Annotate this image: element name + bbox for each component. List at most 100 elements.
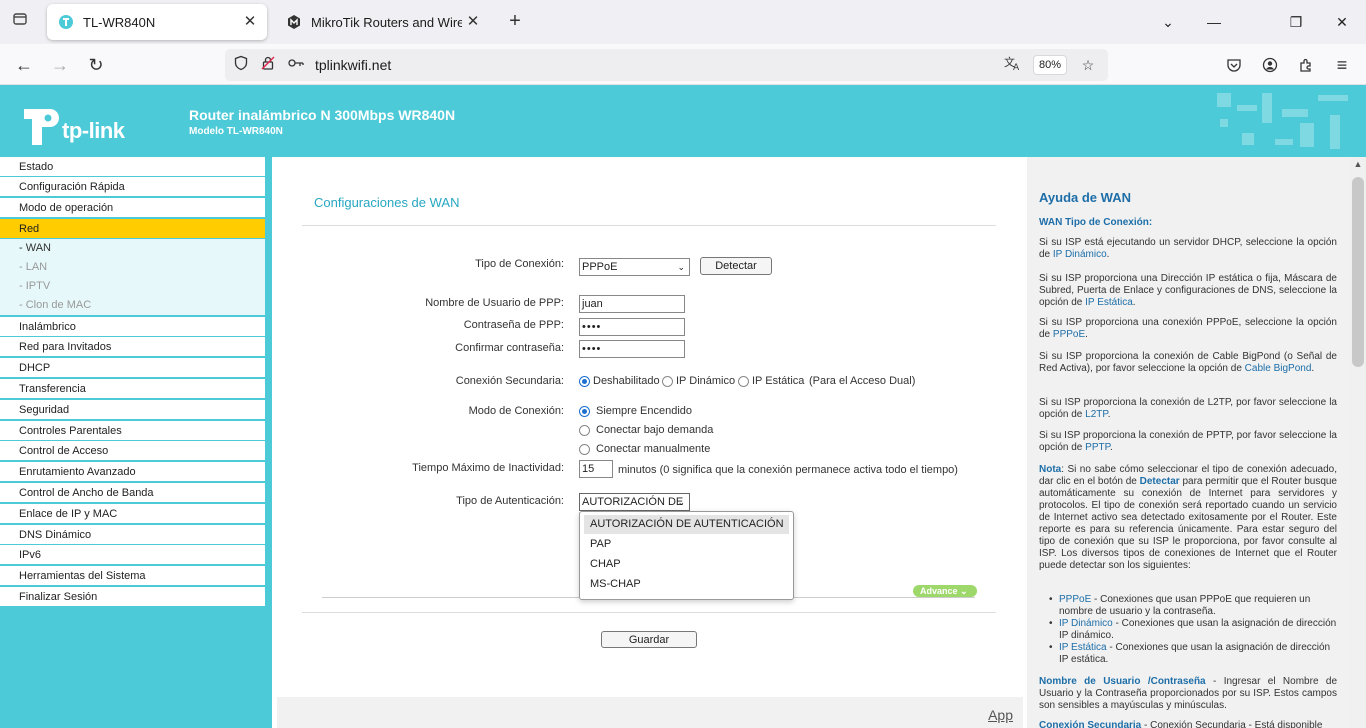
url-text[interactable]: tplinkwifi.net [315, 57, 391, 73]
mode-always-on-radio[interactable] [579, 406, 590, 417]
tab-tl-wr840n[interactable]: TL-WR840N ✕ [47, 4, 267, 40]
app-link[interactable]: App [988, 707, 1013, 723]
help-link: Detectar [1139, 476, 1180, 487]
list-all-tabs-icon[interactable]: ⌄ [1157, 11, 1179, 33]
restore-icon[interactable]: ❐ [1285, 11, 1307, 33]
help-bullet: PPPoE - Conexiones que usan PPPoE que re… [1049, 594, 1337, 618]
secondary-disabled-label: Deshabilitado [593, 375, 660, 387]
mode-manual-radio[interactable] [579, 444, 590, 455]
menu-item-ancho-banda[interactable]: Control de Ancho de Banda [0, 483, 265, 503]
help-title: Ayuda de WAN [1039, 190, 1131, 205]
scroll-up-icon[interactable]: ▲ [1350, 159, 1366, 169]
mikrotik-favicon-icon [286, 14, 302, 30]
save-button[interactable]: Guardar [601, 631, 697, 648]
menu-item-controles-parentales[interactable]: Controles Parentales [0, 421, 265, 441]
tab-title: MikroTik Routers and Wireless [311, 14, 462, 30]
menu-item-dns-dinamico[interactable]: DNS Dinámico [0, 525, 265, 545]
menu-item-modo-operacion[interactable]: Modo de operación [0, 198, 265, 218]
menu-item-ipv6[interactable]: IPv6 [0, 545, 265, 565]
conn-type-select[interactable]: PPPoE ⌄ [579, 258, 690, 276]
menu-subitem-iptv[interactable]: - IPTV [0, 277, 265, 296]
header-decoration [1217, 93, 1231, 107]
account-icon[interactable] [1257, 52, 1283, 78]
help-link: Conexión Secundaria [1039, 720, 1142, 728]
help-bullet: IP Dinámico - Conexiones que usan la asi… [1049, 618, 1337, 642]
menu-icon[interactable]: ≡ [1329, 52, 1355, 78]
mode-on-demand-radio[interactable] [579, 425, 590, 436]
help-panel: Ayuda de WAN WAN Tipo de Conexión: Si su… [1027, 157, 1350, 728]
menu-item-control-acceso[interactable]: Control de Acceso [0, 441, 265, 461]
secondary-dynamic-radio[interactable] [662, 376, 673, 387]
auth-option-ms-chap[interactable]: MS-CHAP [584, 575, 789, 594]
menu-item-enrutamiento-avanzado[interactable]: Enrutamiento Avanzado [0, 462, 265, 482]
menu-item-red[interactable]: Red [0, 219, 265, 239]
menu-item-seguridad[interactable]: Seguridad [0, 400, 265, 420]
help-paragraph: Si su ISP proporciona la conexión de Cab… [1039, 351, 1337, 374]
forward-icon[interactable]: → [47, 52, 73, 78]
close-tab-icon[interactable]: ✕ [239, 11, 261, 33]
menu-item-red-invitados[interactable]: Red para Invitados [0, 337, 265, 357]
pocket-icon[interactable] [1221, 52, 1247, 78]
auth-option-pap[interactable]: PAP [584, 535, 789, 554]
advance-button[interactable]: Advance ⌄ [913, 585, 977, 597]
browser-tab-bar: TL-WR840N ✕ MikroTik Routers and Wireles… [0, 0, 1366, 44]
secondary-static-label: IP Estática [752, 375, 805, 387]
footer: App [277, 697, 1023, 728]
router-title: Router inalámbrico N 300Mbps WR840N [189, 107, 456, 123]
idle-time-note: minutos (0 significa que la conexión per… [618, 464, 958, 476]
reload-icon[interactable]: ↻ [83, 52, 109, 78]
auth-option-autorizacion[interactable]: AUTORIZACIÓN DE AUTENTICACIÓN [584, 515, 789, 534]
close-window-icon[interactable]: ✕ [1331, 11, 1353, 33]
bookmark-star-icon[interactable]: ☆ [1078, 55, 1098, 75]
secondary-disabled-radio[interactable] [579, 376, 590, 387]
idle-time-label: Tiempo Máximo de Inactividad: [412, 462, 564, 474]
chevron-down-icon: ⌄ [677, 262, 685, 272]
menu-item-herramientas[interactable]: Herramientas del Sistema [0, 566, 265, 586]
translate-icon[interactable]: 文A [1003, 55, 1023, 75]
help-scrollbar[interactable]: ▲ [1350, 157, 1366, 728]
password-field[interactable]: •••• [579, 318, 685, 336]
help-note-label: Nota [1039, 464, 1062, 475]
back-icon[interactable]: ← [11, 52, 37, 78]
idle-time-field[interactable]: 15 [579, 460, 613, 478]
minimize-icon[interactable]: — [1203, 11, 1225, 33]
tab-mikrotik[interactable]: MikroTik Routers and Wireless ✕ [275, 4, 490, 40]
help-link: PPPoE [1059, 594, 1092, 605]
menu-subitem-lan[interactable]: - LAN [0, 258, 265, 277]
secondary-note: (Para el Acceso Dual) [809, 375, 916, 387]
close-tab-icon[interactable]: ✕ [462, 11, 484, 33]
new-tab-icon[interactable]: + [503, 11, 527, 33]
auth-type-label: Tipo de Autenticación: [456, 495, 564, 507]
key-icon[interactable] [286, 55, 306, 75]
confirm-password-field[interactable]: •••• [579, 340, 685, 358]
auth-type-select[interactable]: AUTORIZACIÓN DE ⌄ [579, 493, 690, 511]
detect-button[interactable]: Detectar [700, 257, 772, 275]
secondary-static-radio[interactable] [738, 376, 749, 387]
menu-item-transferencia[interactable]: Transferencia [0, 379, 265, 399]
help-subtitle: WAN Tipo de Conexión: [1039, 217, 1153, 228]
menu-item-enlace-ip-mac[interactable]: Enlace de IP y MAC [0, 504, 265, 524]
menu-subitem-wan[interactable]: - WAN [0, 239, 265, 258]
help-link: PPTP [1085, 442, 1110, 453]
tab-list-icon[interactable] [8, 11, 32, 33]
menu-item-configuracion-rapida[interactable]: Configuración Rápida [0, 177, 265, 197]
menu-item-estado[interactable]: Estado [0, 157, 265, 177]
menu-item-finalizar-sesion[interactable]: Finalizar Sesión [0, 587, 265, 607]
shield-icon[interactable] [231, 55, 251, 75]
menu-item-dhcp[interactable]: DHCP [0, 358, 265, 378]
header-decoration [1242, 133, 1254, 145]
auth-option-chap[interactable]: CHAP [584, 555, 789, 574]
conn-mode-label: Modo de Conexión: [468, 405, 564, 417]
scrollbar-thumb[interactable] [1352, 177, 1364, 367]
username-field[interactable]: juan [579, 295, 685, 313]
help-paragraph: Nombre de Usuario /Contraseña - Ingresar… [1039, 676, 1337, 712]
help-link: IP Dinámico [1059, 618, 1113, 629]
help-paragraph: Conexión Secundaria - Conexión Secundari… [1039, 720, 1337, 728]
insecure-lock-icon[interactable] [258, 55, 278, 75]
extensions-icon[interactable] [1293, 52, 1319, 78]
url-bar[interactable]: tplinkwifi.net 文A 80% ☆ [225, 49, 1108, 81]
help-paragraph: Si su ISP proporciona la conexión de PPT… [1039, 430, 1337, 453]
zoom-level[interactable]: 80% [1033, 55, 1067, 75]
menu-item-inalambrico[interactable]: Inalámbrico [0, 317, 265, 337]
menu-subitem-clon-mac[interactable]: - Clon de MAC [0, 296, 265, 315]
